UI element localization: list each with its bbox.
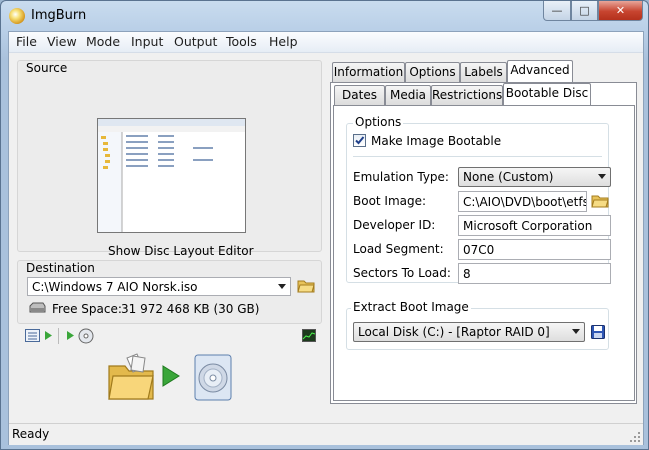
menu-view[interactable]: View: [47, 34, 77, 49]
maximize-button[interactable]: □: [571, 1, 598, 21]
menu-tools[interactable]: Tools: [226, 34, 257, 49]
maximize-icon: □: [579, 4, 590, 17]
emulation-type-label: Emulation Type:: [353, 170, 449, 184]
toolbar-separator: [58, 328, 59, 344]
options-divider: [353, 156, 602, 157]
destination-path-value: C:\Windows 7 AIO Norsk.iso: [32, 280, 198, 294]
emulation-type-value: None (Custom): [463, 170, 554, 184]
log-icon[interactable]: [25, 329, 40, 342]
bootable-disc-panel: Options Make Image Bootable Emulation Ty…: [333, 105, 635, 401]
menu-file[interactable]: File: [16, 34, 37, 49]
tab-bootable-disc[interactable]: Bootable Disc: [503, 83, 591, 106]
make-bootable-checkbox[interactable]: [353, 134, 366, 147]
tab-restrictions[interactable]: Restrictions: [431, 85, 503, 105]
developer-id-input[interactable]: Microsoft Corporation: [458, 215, 611, 236]
build-play-icon[interactable]: [162, 365, 180, 387]
make-bootable-label[interactable]: Make Image Bootable: [371, 134, 501, 148]
advanced-tab-panel: Dates Media Restrictions Bootable Disc O…: [330, 82, 637, 404]
close-button[interactable]: ✕: [598, 1, 643, 21]
chevron-down-icon: [278, 284, 286, 289]
source-group: Source Show Disc Layout Editor: [17, 60, 322, 258]
sectors-to-load-value: 8: [463, 267, 471, 281]
browse-folder-icon[interactable]: [297, 279, 315, 293]
tab-advanced[interactable]: Advanced: [507, 60, 573, 83]
close-icon: ✕: [615, 4, 626, 17]
destination-path-combo[interactable]: C:\Windows 7 AIO Norsk.iso: [27, 277, 291, 296]
destination-group: Destination C:\Windows 7 AIO Norsk.iso F…: [17, 260, 322, 324]
disc-layout-thumbnail[interactable]: [97, 118, 246, 233]
queue-toolbar: [25, 328, 316, 346]
menu-bar: File View Mode Input Output Tools Help: [9, 32, 643, 53]
boot-image-input[interactable]: C:\AIO\DVD\boot\etfsboot.com: [458, 191, 587, 212]
load-segment-label: Load Segment:: [353, 242, 444, 256]
boot-image-label: Boot Image:: [353, 194, 427, 208]
tab-information[interactable]: Information: [332, 62, 405, 82]
disc-image-icon[interactable]: [194, 354, 234, 402]
disc-small-icon[interactable]: [78, 328, 94, 344]
free-space-label: Free Space:: [52, 302, 122, 316]
developer-id-value: Microsoft Corporation: [463, 219, 593, 233]
options-group: Options Make Image Bootable Emulation Ty…: [346, 115, 611, 284]
extract-boot-image-group: Extract Boot Image Local Disk (C:) - [Ra…: [346, 300, 609, 350]
extract-drive-select[interactable]: Local Disk (C:) - [Raptor RAID 0]: [353, 322, 585, 342]
build-folder-icon[interactable]: [107, 352, 155, 402]
minimize-button[interactable]: —: [543, 1, 571, 21]
chevron-down-icon: [598, 174, 606, 179]
destination-group-label: Destination: [26, 261, 95, 275]
tab-dates[interactable]: Dates: [334, 85, 385, 105]
sectors-to-load-label: Sectors To Load:: [353, 266, 451, 280]
free-space-value: 31 972 468 KB (30 GB): [121, 302, 260, 316]
options-group-label: Options: [353, 115, 404, 129]
graph-icon[interactable]: [302, 329, 316, 342]
minimize-icon: —: [551, 4, 563, 17]
client-area: File View Mode Input Output Tools Help S…: [8, 31, 644, 445]
title-bar[interactable]: ImgBurn — □ ✕: [1, 1, 648, 31]
chevron-down-icon: [572, 329, 580, 334]
load-segment-value: 07C0: [463, 243, 495, 257]
boot-image-value: C:\AIO\DVD\boot\etfsboot.com: [463, 195, 586, 209]
hard-drive-icon: [29, 302, 46, 313]
status-bar: Ready: [9, 423, 643, 445]
tab-labels[interactable]: Labels: [460, 62, 507, 82]
menu-help[interactable]: Help: [269, 34, 298, 49]
play-small-icon[interactable]: [45, 331, 52, 340]
sectors-to-load-input[interactable]: 8: [458, 263, 611, 284]
tab-options[interactable]: Options: [405, 62, 460, 82]
menu-mode[interactable]: Mode: [86, 34, 120, 49]
play-small-icon-2[interactable]: [67, 331, 74, 340]
developer-id-label: Developer ID:: [353, 218, 436, 232]
source-group-label: Source: [26, 61, 68, 75]
imgburn-icon: [9, 8, 25, 24]
menu-output[interactable]: Output: [174, 34, 217, 49]
emulation-type-select[interactable]: None (Custom): [458, 167, 611, 187]
status-text: Ready: [12, 427, 50, 441]
checkmark-icon: [355, 136, 365, 145]
load-segment-input[interactable]: 07C0: [458, 239, 611, 260]
tab-media[interactable]: Media: [385, 85, 431, 105]
browse-boot-image-icon[interactable]: [591, 194, 609, 208]
menu-input[interactable]: Input: [131, 34, 163, 49]
explorer-preview-icon: [98, 119, 245, 232]
resize-grip-icon[interactable]: [629, 431, 641, 443]
save-icon[interactable]: [591, 325, 605, 339]
disc-layout-editor-label[interactable]: Show Disc Layout Editor: [108, 244, 254, 258]
window-title: ImgBurn: [31, 8, 87, 23]
extract-group-label: Extract Boot Image: [351, 300, 471, 314]
extract-drive-value: Local Disk (C:) - [Raptor RAID 0]: [358, 325, 550, 339]
app-window: ImgBurn — □ ✕ File View Mode Input Outpu…: [0, 0, 649, 450]
